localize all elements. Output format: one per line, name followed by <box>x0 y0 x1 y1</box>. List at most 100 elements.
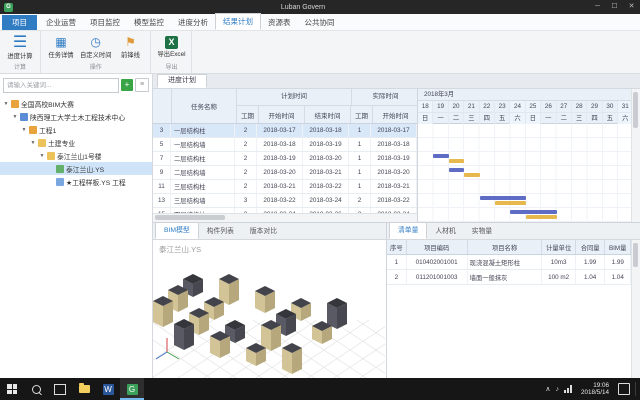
column-header: 开始时间 <box>259 106 305 123</box>
tree-item[interactable]: ▼陕西理工大学土木工程技术中心 <box>0 110 152 123</box>
table-cell: 2 <box>349 194 371 207</box>
ribbon-group-label: 操作 <box>44 63 147 73</box>
taskbar-app-file-explorer[interactable] <box>72 378 96 400</box>
model-icon <box>56 165 64 173</box>
quantity-tab[interactable]: 清单量 <box>389 222 427 239</box>
bim-viewport[interactable]: 泰江兰山.YS <box>153 240 386 378</box>
ribbon-tab[interactable]: 模型监控 <box>127 15 171 30</box>
tray-expand-icon[interactable]: ∧ <box>545 385 550 393</box>
search-input[interactable] <box>3 78 119 93</box>
tree-item[interactable]: ▼泰江兰山1号楼 <box>0 149 152 162</box>
tree-item[interactable]: ★工程样板.YS 工程 <box>0 175 152 188</box>
tree-expander-icon[interactable]: ▼ <box>3 101 9 107</box>
table-cell: 011201001003 <box>407 270 468 284</box>
table-row[interactable]: 2011201001003墙面一般抹灰100 m21.041.04 <box>387 270 631 285</box>
taskbar-app-luban[interactable]: G <box>120 378 144 400</box>
column-header: 开始时间 <box>373 106 419 123</box>
taskbar-app-word[interactable]: W <box>96 378 120 400</box>
table-row[interactable]: 7二层结构柱22018-03-192018-03-2012018-03-19 <box>153 152 417 166</box>
table-row[interactable]: 3一层结构柱22018-03-172018-03-1812018-03-17 <box>153 124 417 138</box>
table-row[interactable]: 5一层结构墙22018-03-182018-03-1912018-03-18 <box>153 138 417 152</box>
schedule-column-headers: 工期开始时间结束时间工期开始时间 <box>237 106 419 123</box>
schedule-table-body: 3一层结构柱22018-03-172018-03-1812018-03-175一… <box>153 124 417 213</box>
taskbar-app-task-view[interactable] <box>48 378 72 400</box>
column-header: 计量单位 <box>542 240 575 254</box>
table-cell: 3 <box>235 194 257 207</box>
table-row[interactable]: 1010402001001现浇混凝土矩形柱10m31.991.99 <box>387 255 631 270</box>
ribbon-tab[interactable]: 资源表 <box>261 15 298 30</box>
table-cell: 100 m2 <box>542 270 575 284</box>
gantt-day-label: 19 <box>433 101 448 112</box>
gantt-weekday-label: 二 <box>449 113 464 124</box>
ribbon-button-excel[interactable]: X导出Excel <box>154 36 188 58</box>
table-row[interactable]: 9二层结构墙22018-03-202018-03-2112018-03-20 <box>153 166 417 180</box>
gantt-day-label: 31 <box>618 101 631 112</box>
table-cell: 1 <box>349 166 371 179</box>
add-icon[interactable]: + <box>121 79 133 91</box>
column-header: 项目名称 <box>468 240 543 254</box>
table-cell: 2018-03-17 <box>371 124 417 137</box>
ribbon-button-custom-time[interactable]: ◷自定义时间 <box>78 35 113 59</box>
table-row[interactable]: 11三层结构柱22018-03-212018-03-2212018-03-21 <box>153 180 417 194</box>
taskbar-app-search[interactable] <box>24 378 48 400</box>
tree-expander-icon[interactable]: ▼ <box>39 153 45 159</box>
tree-item[interactable]: ▼工程1 <box>0 123 152 136</box>
show-desktop-edge[interactable] <box>635 382 636 396</box>
table-cell: 3 <box>153 124 171 137</box>
gantt-weekday-label: 五 <box>603 113 618 124</box>
excel-icon: X <box>165 36 178 49</box>
bim-tab[interactable]: 版本对比 <box>242 224 285 239</box>
quantity-panel: 清单量人材机实物量 序号项目编码项目名称计量单位合同量BIM量 10104020… <box>387 223 640 378</box>
ribbon-button-frontline[interactable]: ⚑前锋线 <box>113 35 147 59</box>
system-tray: ∧ ♪ 19:06 2018/5/14 <box>545 382 640 397</box>
gantt-row <box>418 166 631 180</box>
tree-expander-icon[interactable]: ▼ <box>12 114 18 120</box>
gantt-day-label: 24 <box>510 101 525 112</box>
table-cell: 10m3 <box>542 255 575 269</box>
table-row[interactable]: 13三层结构墙32018-03-222018-03-2422018-03-22 <box>153 194 417 208</box>
gantt-weekday-label: 三 <box>572 113 587 124</box>
schedule-icon: ☰ <box>13 34 27 51</box>
gantt-row <box>418 208 631 222</box>
tree-item[interactable]: 泰江兰山.YS <box>0 162 152 175</box>
bim-tab[interactable]: 构件列表 <box>199 224 242 239</box>
network-icon[interactable] <box>564 385 572 393</box>
schedule-header-groups: 计划时间 实际时间 <box>237 89 419 106</box>
tree-item[interactable]: ▼全国高校BIM大赛 <box>0 97 152 110</box>
volume-icon[interactable]: ♪ <box>555 386 559 393</box>
schedule-hscrollbar[interactable] <box>153 213 417 222</box>
table-cell: 1.04 <box>576 270 606 284</box>
tab-schedule-plan[interactable]: 进度计划 <box>157 74 207 88</box>
gantt-row <box>418 180 631 194</box>
ribbon-tab[interactable]: 项目监控 <box>83 15 127 30</box>
quantity-vscrollbar[interactable] <box>631 240 640 378</box>
notification-center-icon[interactable] <box>618 383 630 395</box>
tree-menu-icon[interactable]: ≡ <box>135 78 149 92</box>
ribbon-tab[interactable]: 公共协同 <box>298 15 342 30</box>
taskbar-app-start[interactable] <box>0 378 24 400</box>
ribbon-tab[interactable]: 项目 <box>2 15 37 30</box>
ribbon-tab[interactable]: 进度分析 <box>171 15 215 30</box>
bim-tab[interactable]: BIM模型 <box>155 222 199 239</box>
table-cell: 5 <box>153 138 171 151</box>
windows-start-icon <box>7 384 17 394</box>
close-button[interactable]: ✕ <box>623 0 640 14</box>
tree-item[interactable]: ▼土建专业 <box>0 136 152 149</box>
gantt-day-label: 30 <box>603 101 618 112</box>
tree-expander-icon[interactable]: ▼ <box>21 127 27 133</box>
gantt-weekday-label: 一 <box>433 113 448 124</box>
quantity-tab[interactable]: 人材机 <box>427 224 463 239</box>
quantity-tab[interactable]: 实物量 <box>464 224 500 239</box>
ribbon-button-schedule[interactable]: ☰进度计算 <box>3 34 37 60</box>
schedule-vscrollbar[interactable] <box>631 89 640 222</box>
column-header: 工期 <box>351 106 373 123</box>
maximize-button[interactable]: ☐ <box>606 0 623 14</box>
tree-expander-icon[interactable]: ▼ <box>30 140 36 146</box>
ribbon-tab[interactable]: 结果计划 <box>215 13 261 30</box>
ribbon-button-task-detail[interactable]: ▦任务详情 <box>44 35 78 59</box>
table-cell: 2 <box>235 166 257 179</box>
ribbon-tab[interactable]: 企业运营 <box>39 15 83 30</box>
bim-3d-view <box>153 240 385 378</box>
taskbar-clock[interactable]: 19:06 2018/5/14 <box>577 382 613 397</box>
minimize-button[interactable]: ─ <box>589 0 606 14</box>
